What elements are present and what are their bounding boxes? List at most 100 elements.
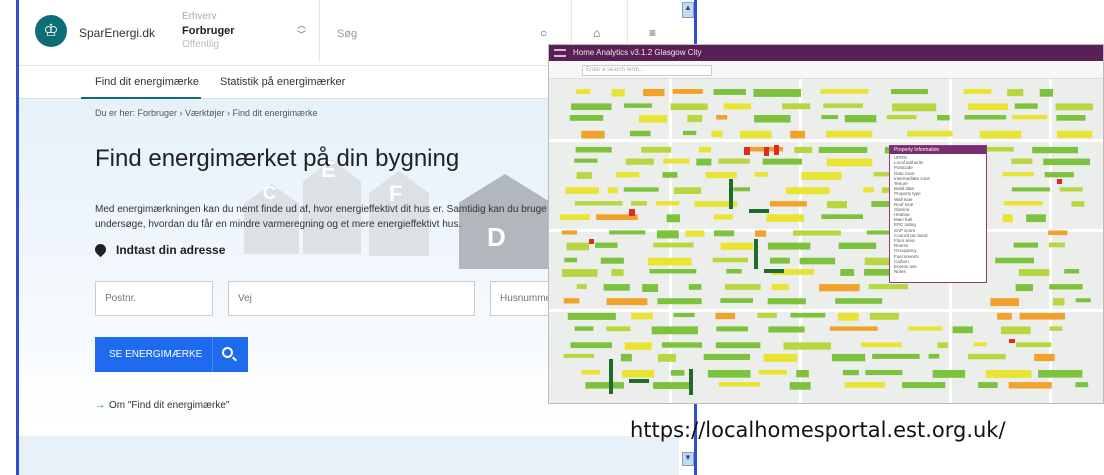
property-block — [978, 382, 998, 388]
property-block — [657, 353, 677, 362]
property-block — [840, 269, 855, 276]
property-block — [687, 115, 703, 123]
scrollbar-down-button[interactable]: ▼ — [682, 452, 694, 466]
property-block — [712, 257, 748, 263]
map-title-bar: Home Analytics v3.1.2 Glasgow City — [549, 45, 1103, 61]
property-block — [581, 370, 600, 375]
property-block — [559, 214, 590, 221]
property-block — [685, 230, 705, 237]
property-block — [979, 130, 1022, 139]
property-block — [713, 214, 734, 220]
map-search-input[interactable]: Enter a search term... — [582, 65, 712, 76]
property-block — [733, 187, 750, 192]
property-block — [1014, 103, 1038, 109]
property-block — [744, 147, 750, 155]
home-analytics-window: Home Analytics v3.1.2 Glasgow City Enter… — [548, 44, 1104, 404]
button-label: SE ENERGIMÆRKE — [109, 349, 203, 360]
property-block — [766, 214, 804, 222]
property-block — [1049, 242, 1065, 248]
property-block — [716, 115, 728, 120]
property-block — [567, 312, 616, 320]
property-block — [576, 284, 587, 289]
property-block — [782, 103, 811, 110]
segment-erhverv[interactable]: Erhverv — [182, 10, 235, 24]
property-block — [624, 103, 653, 108]
property-block — [688, 284, 702, 290]
property-block — [622, 370, 654, 378]
tab-find-energimaerke[interactable]: Find dit energimærke — [95, 76, 199, 88]
about-link[interactable]: → Om "Find dit energimærke" — [95, 400, 229, 411]
segment-offentlig[interactable]: Offentlig — [182, 38, 235, 52]
search-icon[interactable]: ○ — [540, 26, 547, 40]
chevron-updown-icon[interactable]: ︿ ﹀ — [297, 20, 306, 40]
header-divider — [319, 0, 320, 62]
property-block — [671, 370, 685, 376]
property-block — [1053, 298, 1065, 306]
property-block — [769, 257, 790, 264]
screenshot-root: ♔ SparEnergi.dk Erhverv Forbruger Offent… — [0, 0, 1104, 475]
property-block — [1043, 158, 1090, 166]
about-link-label: Om "Find dit energimærke" — [109, 400, 230, 411]
search-link[interactable]: Søg — [337, 28, 357, 40]
property-block — [1032, 146, 1078, 154]
property-block — [699, 146, 712, 153]
property-block — [718, 158, 750, 164]
property-block — [932, 370, 966, 378]
property-block — [574, 326, 594, 331]
property-block — [603, 284, 630, 291]
property-block — [1044, 172, 1074, 178]
property-block — [891, 89, 928, 95]
property-block — [643, 89, 665, 97]
source-url-caption: https://localhomesportal.est.org.uk/ — [630, 418, 1006, 442]
property-block — [715, 342, 761, 349]
segment-forbruger[interactable]: Forbruger — [182, 24, 235, 38]
intro-line: undersøge, hvordan du får en mindre varm… — [95, 219, 462, 230]
postnr-input[interactable] — [95, 281, 213, 316]
property-block — [672, 89, 703, 94]
property-block — [609, 230, 646, 235]
property-block — [711, 130, 723, 138]
property-block — [995, 257, 1034, 264]
tab-statistik[interactable]: Statistik på energimærker — [220, 76, 345, 88]
property-block — [657, 298, 702, 305]
property-block — [620, 353, 632, 362]
menu-icon[interactable]: ≡ — [649, 26, 656, 40]
property-block — [863, 187, 874, 193]
menu-icon[interactable] — [554, 49, 566, 57]
property-map[interactable] — [549, 79, 1104, 404]
property-block — [757, 312, 777, 318]
property-block — [1008, 382, 1052, 389]
property-block — [705, 172, 737, 179]
property-block — [771, 284, 789, 291]
property-block — [952, 326, 973, 334]
scrollbar-up-button[interactable]: ▲ — [682, 2, 694, 18]
property-block — [689, 369, 693, 395]
property-block — [964, 115, 1007, 120]
brand-name[interactable]: SparEnergi.dk — [79, 26, 155, 40]
property-block — [606, 298, 648, 306]
property-block — [908, 326, 943, 331]
property-block — [574, 158, 598, 163]
property-block — [843, 370, 859, 376]
property-block — [758, 370, 788, 375]
vej-input[interactable] — [228, 281, 475, 316]
property-block — [818, 146, 868, 153]
property-block — [1007, 89, 1024, 97]
crown-logo-icon[interactable]: ♔ — [35, 15, 67, 47]
audience-selector[interactable]: Erhverv Forbruger Offentlig — [182, 10, 235, 52]
property-block — [561, 269, 598, 277]
property-block — [764, 269, 784, 273]
intro-text: Med energimærkningen kan du nemt finde u… — [95, 202, 565, 232]
property-block — [707, 370, 751, 378]
page-title: Find energimærket på din bygning — [95, 145, 460, 172]
se-energimaerke-button[interactable]: SE ENERGIMÆRKE — [95, 337, 248, 372]
property-block — [790, 312, 826, 318]
property-block — [799, 257, 836, 265]
property-block — [1003, 201, 1043, 206]
property-block — [831, 353, 866, 362]
property-block — [720, 242, 754, 250]
property-block — [1034, 353, 1055, 362]
building-icon[interactable]: ⌂ — [593, 26, 600, 40]
property-block — [968, 103, 1009, 110]
property-block — [739, 130, 772, 139]
